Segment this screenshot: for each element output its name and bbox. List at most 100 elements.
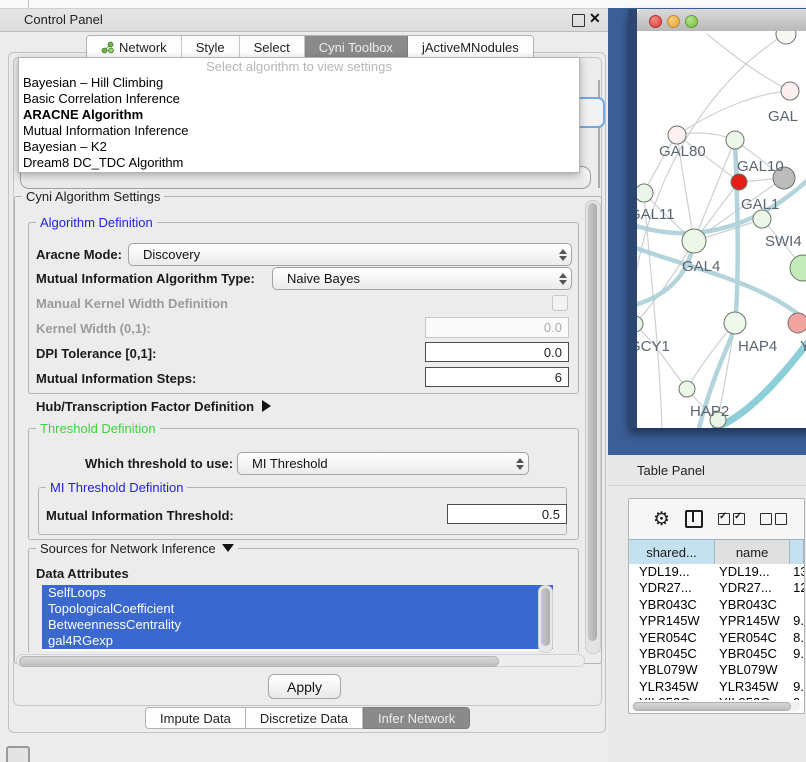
table-hscrollbar-thumb[interactable] [633, 702, 791, 711]
minimize-traffic-icon[interactable] [667, 15, 680, 28]
algorithm-dropdown-placeholder: Select algorithm to view settings [19, 59, 579, 75]
table-row[interactable]: YBL079WYBL079W [629, 662, 804, 678]
table-column-header[interactable] [790, 540, 804, 565]
deselect-all-icon[interactable] [760, 513, 787, 525]
table-cell: YBR043C [629, 597, 715, 613]
algorithm-dropdown-items: Bayesian – Hill ClimbingBasic Correlatio… [19, 75, 579, 171]
manual-kernel-width-checkbox[interactable] [552, 295, 568, 311]
table-row[interactable]: YBR043CYBR043C [629, 597, 804, 613]
node-label: Y [800, 338, 806, 355]
network-window-titlebar[interactable] [637, 9, 806, 32]
column-layout-icon[interactable] [685, 510, 703, 528]
mi-threshold-field[interactable]: 0.5 [447, 504, 567, 524]
toolbar-separator [28, 0, 29, 8]
network-node-gal10[interactable] [726, 131, 744, 149]
algorithm-definition-title: Algorithm Definition [36, 215, 157, 230]
tab-style[interactable]: Style [182, 36, 240, 59]
close-icon[interactable]: ✕ [589, 10, 601, 27]
data-attribute-item[interactable]: SelfLoops [42, 585, 553, 601]
table-row[interactable]: YLR345WYLR345W9. [629, 679, 804, 695]
mi-steps-field[interactable]: 6 [425, 367, 569, 387]
data-attributes-list[interactable]: SelfLoopsTopologicalCoefficientBetweenne… [42, 585, 553, 651]
network-node-gcy1[interactable] [637, 316, 643, 332]
table-cell: YIL052C [629, 695, 715, 700]
attributes-scrollbar-thumb[interactable] [541, 588, 550, 646]
table-cell: 9 [790, 695, 804, 700]
data-attribute-item[interactable]: TopologicalCoefficient [42, 601, 553, 617]
algorithm-option[interactable]: Bayesian – K2 [19, 139, 579, 155]
kernel-width-field[interactable]: 0.0 [425, 317, 569, 338]
sources-title[interactable]: Sources for Network Inference [36, 541, 238, 556]
network-canvas[interactable]: GAL80GAL10GALGAL1GAL11SWI4GAL4GCY1HAP4YH… [637, 31, 806, 428]
dpi-tolerance-field[interactable]: 0.0 [425, 342, 569, 362]
tab-network[interactable]: Network [87, 36, 182, 59]
dock-panel-button[interactable] [6, 746, 30, 762]
combo-stepper-icon [512, 458, 528, 470]
table-row[interactable]: YDR27...YDR27...12 [629, 580, 804, 596]
network-node-y[interactable] [788, 313, 806, 333]
network-node-gal80[interactable] [668, 126, 686, 144]
mi-algorithm-type-label: Mutual Information Algorithm Type: [36, 271, 255, 286]
table-row[interactable]: YIL052CYIL052C9 [629, 695, 804, 700]
zoom-traffic-icon[interactable] [685, 15, 698, 28]
mi-threshold-label: Mutual Information Threshold: [46, 508, 234, 523]
table-cell: YPR145W [715, 613, 790, 629]
tab-impute-data[interactable]: Impute Data [145, 707, 246, 729]
which-threshold-label: Which threshold to use: [85, 456, 233, 471]
which-threshold-combo[interactable]: MI Threshold [237, 452, 529, 475]
algorithm-option[interactable]: Bayesian – Hill Climbing [19, 75, 579, 91]
table-column-header[interactable]: name [715, 540, 790, 565]
tab-infer-network[interactable]: Infer Network [363, 707, 470, 729]
gear-icon[interactable]: ⚙ [653, 510, 670, 529]
close-traffic-icon[interactable] [649, 15, 662, 28]
settings-hscrollbar[interactable] [16, 654, 585, 667]
algorithm-option[interactable]: Dream8 DC_TDC Algorithm [19, 155, 579, 171]
mi-algorithm-type-combo[interactable]: Naive Bayes [272, 267, 572, 290]
network-node-gal[interactable] [781, 82, 799, 100]
table-row[interactable]: YPR145WYPR145W9. [629, 613, 804, 629]
combo-stepper-icon [555, 249, 571, 261]
network-node-hap2[interactable] [679, 381, 695, 397]
export-table-icon[interactable] [802, 509, 805, 529]
table-panel: Table Panel ⚙ shared...name YDL19...YDL1… [608, 455, 806, 762]
algorithm-option[interactable]: Basic Correlation Inference [19, 91, 579, 107]
table-hscrollbar[interactable] [631, 702, 800, 711]
tab-select[interactable]: Select [240, 36, 305, 59]
table-cell: YBL079W [629, 662, 715, 678]
attributes-scrollbar[interactable] [538, 585, 553, 653]
toolbox-mode-tabs: Impute Data Discretize Data Infer Networ… [145, 707, 470, 729]
hub-definition-toggle[interactable]: Hub/Transcription Factor Definition [36, 399, 271, 414]
select-all-icon[interactable] [718, 513, 745, 525]
settings-hscrollbar-thumb[interactable] [19, 656, 499, 667]
table-body: YDL19...YDL19...13YDR27...YDR27...12YBR0… [629, 564, 804, 700]
network-node-gal4[interactable] [682, 229, 706, 253]
network-node-hap4[interactable] [724, 312, 746, 334]
data-attribute-item[interactable]: BetweennessCentrality [42, 617, 553, 633]
network-icon [101, 41, 114, 54]
aracne-mode-combo[interactable]: Discovery [128, 243, 572, 266]
apply-button[interactable]: Apply [268, 674, 341, 699]
node-label: GAL10 [737, 158, 784, 175]
control-panel-titlebar: Control Panel ✕ [0, 9, 608, 32]
table-row[interactable]: YER054CYER054C8. [629, 630, 804, 646]
table-cell: YDL19... [629, 564, 715, 580]
settings-vscrollbar-thumb[interactable] [588, 203, 597, 641]
network-node[interactable] [790, 255, 806, 281]
table-panel-title: Table Panel [637, 463, 705, 478]
table-cell: 13 [790, 564, 804, 580]
table-column-header[interactable]: shared... [629, 540, 715, 565]
algorithm-option[interactable]: Mutual Information Inference [19, 123, 579, 139]
tab-jactivemnodules[interactable]: jActiveMNodules [408, 36, 533, 59]
table-row[interactable]: YBR045CYBR045C9. [629, 646, 804, 662]
float-panel-icon[interactable] [572, 14, 585, 27]
algorithm-option[interactable]: ARACNE Algorithm [19, 107, 579, 123]
tab-cyni-toolbox[interactable]: Cyni Toolbox [305, 36, 408, 59]
network-node-gal11[interactable] [637, 184, 653, 202]
settings-vscrollbar[interactable] [585, 200, 601, 654]
tab-discretize-data[interactable]: Discretize Data [246, 707, 363, 729]
network-node[interactable] [776, 31, 796, 44]
data-attribute-item[interactable]: gal4RGexp [42, 633, 553, 649]
node-label: SWI4 [765, 233, 802, 250]
table-row[interactable]: YDL19...YDL19...13 [629, 564, 804, 580]
network-node-gal1[interactable] [731, 174, 747, 190]
